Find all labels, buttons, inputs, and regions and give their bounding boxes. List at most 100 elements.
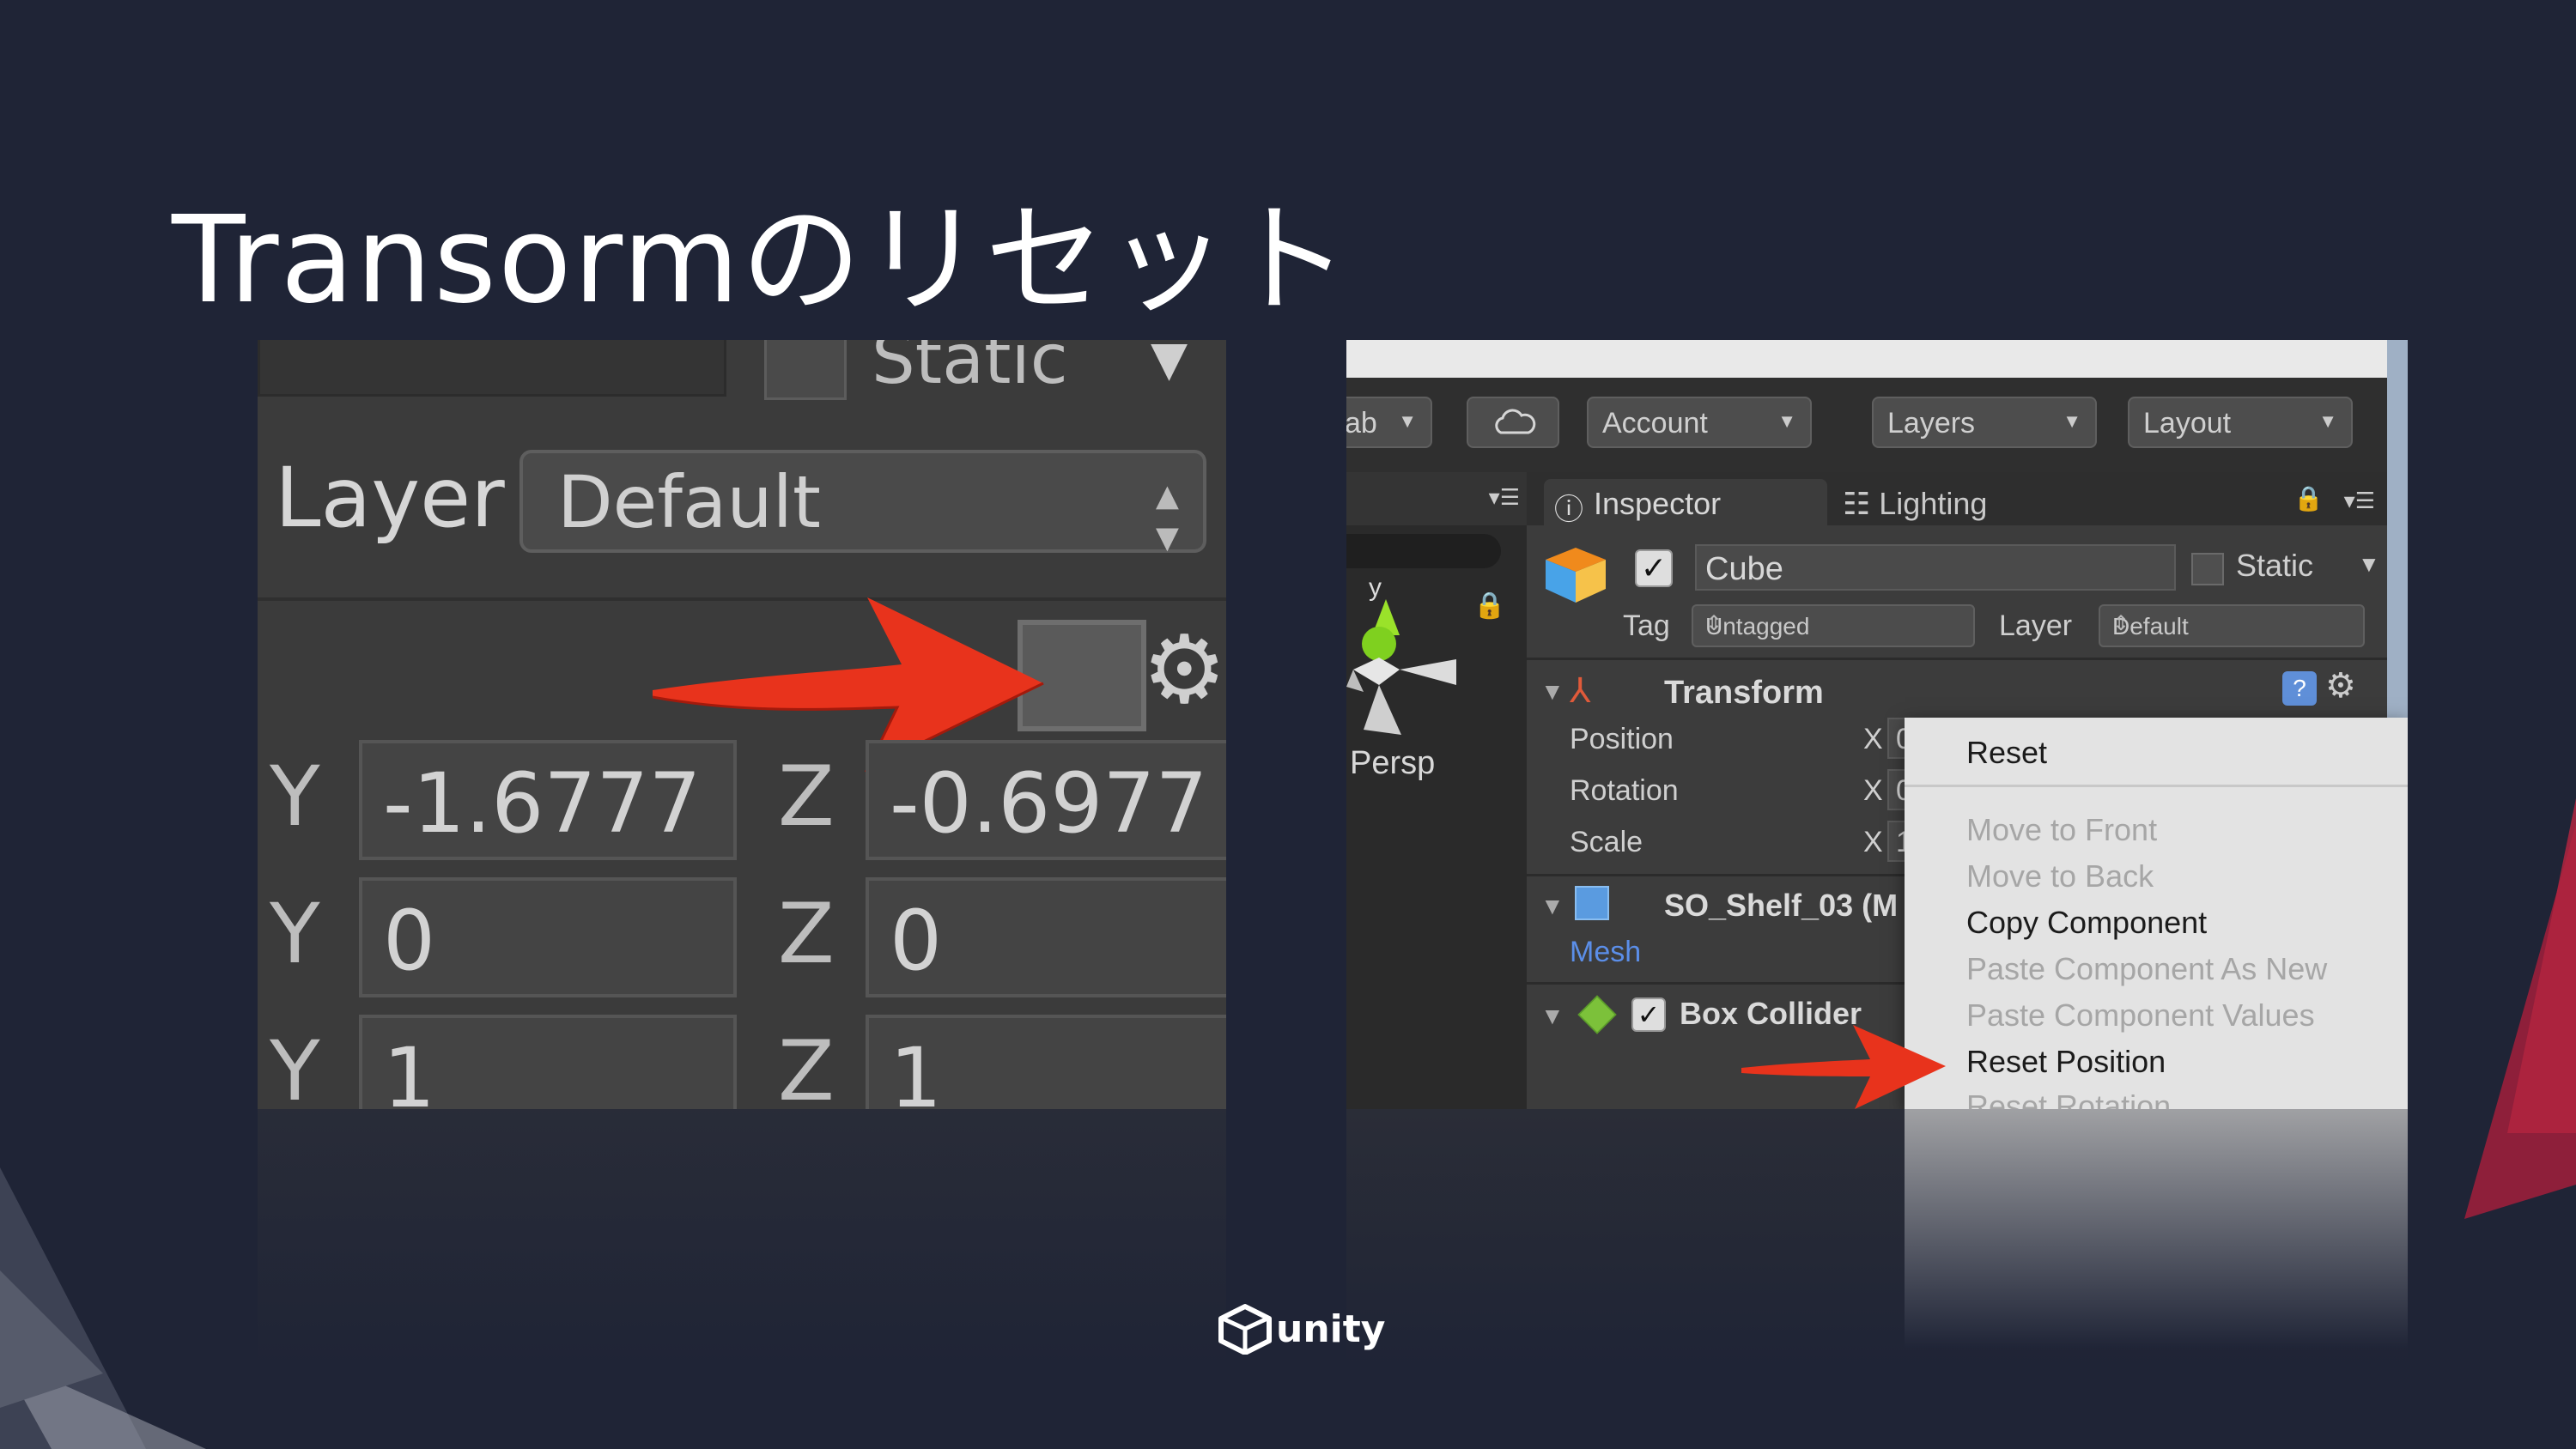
static-dropdown-arrow-icon[interactable]: ▼ xyxy=(1151,340,1188,387)
unity-editor-panel: ab ▼ Account ▼ Layers ▼ Layout ▼ ▾☰ y 🔒 P xyxy=(1346,340,2408,1109)
component-context-menu: Reset Move to Front Move to Back Copy Co… xyxy=(1905,718,2408,1109)
red-arrow-icon xyxy=(1741,1025,1946,1109)
x-label: X xyxy=(1863,774,1883,807)
gear-icon[interactable]: ⚙ xyxy=(1142,615,1226,724)
chevron-down-icon: ▼ xyxy=(2063,410,2081,432)
x-label: X xyxy=(1863,826,1883,858)
unity-cube-logo-icon xyxy=(1218,1304,1272,1355)
static-label: Static xyxy=(2236,548,2314,583)
scene-search-input[interactable] xyxy=(1346,534,1501,568)
menu-item-move-to-front: Move to Front xyxy=(1966,812,2158,847)
layer-value: Default xyxy=(557,460,821,544)
menu-item-paste-component-values: Paste Component Values xyxy=(1966,997,2315,1033)
object-name-field[interactable]: Cube xyxy=(1695,544,2176,591)
position-z-field[interactable]: -0.6977 xyxy=(866,740,1226,860)
foldout-triangle-icon[interactable]: ▼ xyxy=(1540,678,1564,706)
tab-inspector-label: Inspector xyxy=(1594,486,1722,521)
top-row: Static ▼ xyxy=(258,340,1226,402)
axis-label: Z xyxy=(778,886,835,982)
layer-label: Layer xyxy=(275,450,505,546)
layout-dropdown[interactable]: Layout ▼ xyxy=(2128,397,2353,448)
rotation-y-value: 0 xyxy=(383,893,436,989)
layer-dropdown[interactable]: Default ⇕ xyxy=(2099,604,2365,647)
static-checkbox[interactable] xyxy=(764,340,847,400)
position-y-value: -1.6777 xyxy=(383,755,702,852)
layer-dropdown[interactable]: Default ▴ ▾ xyxy=(519,450,1206,559)
tag-label: Tag xyxy=(1623,609,1670,642)
perspective-label[interactable]: Persp xyxy=(1350,745,1435,782)
position-z-value: -0.6977 xyxy=(890,755,1208,852)
name-field[interactable] xyxy=(258,340,726,397)
prefab-label: ab xyxy=(1346,407,1377,440)
chevron-down-icon[interactable]: ▼ xyxy=(2358,551,2380,578)
axis-label: Z xyxy=(778,749,835,845)
tab-inspector[interactable]: ⓘ Inspector xyxy=(1544,479,1827,526)
box-collider-enabled-checkbox[interactable]: ✓ xyxy=(1631,997,1666,1032)
axis-label: Y xyxy=(270,886,320,982)
axis-label: Y xyxy=(270,749,320,845)
tab-menu-icon[interactable]: ▾☰ xyxy=(1489,484,1520,511)
position-y-field[interactable]: -1.6777 xyxy=(359,740,737,860)
chevron-down-icon: ▼ xyxy=(1777,410,1796,432)
help-book-icon[interactable]: ? xyxy=(2282,671,2317,706)
object-name-value: Cube xyxy=(1705,551,1783,587)
scene-view[interactable]: ▾☰ y 🔒 Persp xyxy=(1346,472,1527,1109)
rotation-z-field[interactable]: 0 xyxy=(866,877,1226,997)
foldout-triangle-icon[interactable]: ▼ xyxy=(1540,893,1564,920)
position-row: Y -1.6777 Z -0.6977 xyxy=(258,740,1226,860)
menu-item-reset-position[interactable]: Reset Position xyxy=(1966,1044,2166,1080)
account-dropdown[interactable]: Account ▼ xyxy=(1587,397,1812,448)
menu-item-reset[interactable]: Reset xyxy=(1966,735,2047,771)
axis-label: Y xyxy=(270,1023,320,1109)
gear-icon[interactable]: ⚙ xyxy=(2325,666,2356,706)
unity-logo-text: unity xyxy=(1276,1307,1386,1351)
lock-icon[interactable]: 🔒 xyxy=(2293,484,2324,512)
scale-z-value: 1 xyxy=(890,1030,943,1109)
scale-row: Y 1 Z 1 xyxy=(258,1015,1226,1109)
transform-component-title[interactable]: Transform xyxy=(1664,675,1824,712)
static-checkbox[interactable] xyxy=(2191,553,2224,585)
menu-item-reset-rotation: Reset Rotation xyxy=(1966,1088,2172,1109)
scene-orientation-gizmo-icon[interactable] xyxy=(1346,584,1475,738)
inspector-tab-bar: ⓘ Inspector ☷ Lighting 🔒 ▾☰ xyxy=(1527,472,2387,526)
gameobject-cube-icon xyxy=(1546,548,1606,603)
account-label: Account xyxy=(1602,407,1708,440)
axis-y-label: y xyxy=(1369,573,1382,602)
box-collider-icon xyxy=(1577,995,1617,1034)
layers-dropdown[interactable]: Layers ▼ xyxy=(1872,397,2097,448)
mesh-filter-component-title[interactable]: SO_Shelf_03 (M xyxy=(1664,888,1898,924)
left-panel-reflection xyxy=(258,1109,1226,1367)
mesh-link[interactable]: Mesh xyxy=(1570,936,1641,969)
static-label: Static xyxy=(872,340,1068,399)
separator xyxy=(1527,658,2387,660)
mesh-filter-icon xyxy=(1575,886,1609,920)
x-label: X xyxy=(1863,723,1883,755)
menu-item-copy-component[interactable]: Copy Component xyxy=(1966,905,2207,941)
layout-label: Layout xyxy=(2143,407,2232,440)
rotation-label: Rotation xyxy=(1570,774,1679,807)
menu-item-paste-component-as-new: Paste Component As New xyxy=(1966,951,2328,986)
info-icon: ⓘ xyxy=(1554,494,1583,526)
prefab-dropdown[interactable]: ab ▼ xyxy=(1346,397,1432,448)
cloud-icon xyxy=(1495,409,1536,434)
foldout-triangle-icon[interactable]: ▼ xyxy=(1540,1003,1564,1030)
unity-logo: unity xyxy=(1218,1303,1385,1355)
tag-dropdown[interactable]: Untagged ⇕ xyxy=(1692,604,1975,647)
rotation-row: Y 0 Z 0 xyxy=(258,877,1226,997)
rotation-y-field[interactable]: 0 xyxy=(359,877,737,997)
lock-icon[interactable]: 🔒 xyxy=(1473,591,1505,621)
cloud-button[interactable] xyxy=(1467,397,1559,448)
menu-separator xyxy=(1905,785,2408,787)
tab-lighting-label: Lighting xyxy=(1879,486,1988,521)
scale-z-field[interactable]: 1 xyxy=(866,1015,1226,1109)
menu-item-move-to-back: Move to Back xyxy=(1966,858,2154,894)
scale-label: Scale xyxy=(1570,826,1643,858)
context-menu-reflection xyxy=(1905,1109,2408,1349)
tab-lighting[interactable]: ☷ Lighting xyxy=(1843,486,1987,522)
scale-y-field[interactable]: 1 xyxy=(359,1015,737,1109)
active-checkbox[interactable]: ✓ xyxy=(1635,549,1673,587)
tab-menu-icon[interactable]: ▾☰ xyxy=(2344,488,2375,514)
scene-tab-bar: ▾☰ xyxy=(1346,472,1527,525)
background-decoration-right xyxy=(2464,798,2576,1219)
chevron-down-icon: ▼ xyxy=(2318,410,2337,432)
